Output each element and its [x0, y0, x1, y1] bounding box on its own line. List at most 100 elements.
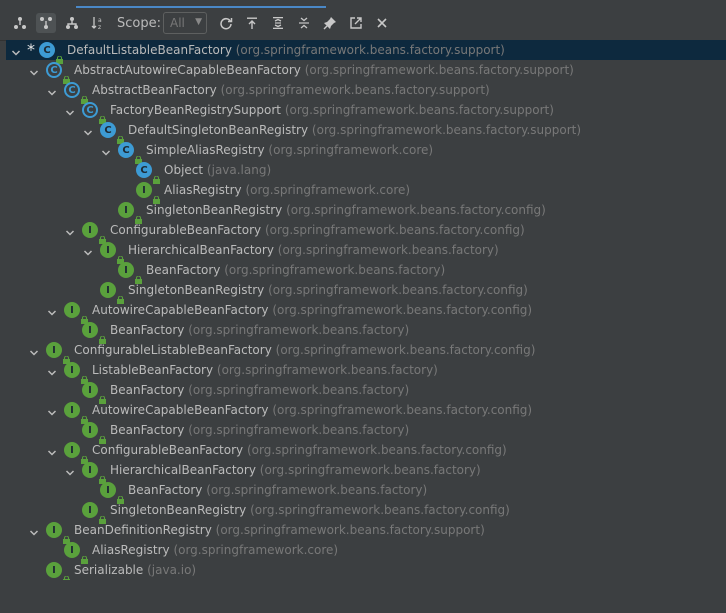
type-name: DefaultSingletonBeanRegistry [128, 123, 309, 137]
tree-row[interactable]: I HierarchicalBeanFactory (org.springfram… [6, 460, 726, 484]
hierarchy-tab-bar [0, 0, 726, 8]
type-label: AbstractBeanFactory (org.springframework… [92, 83, 490, 97]
chevron-down-icon: ▼ [195, 17, 202, 27]
tree-row[interactable]: I BeanFactory (org.springframework.beans.… [6, 480, 726, 504]
type-name: ConfigurableBeanFactory [92, 443, 244, 457]
tree-row[interactable]: I Serializable (java.io) [6, 560, 726, 584]
chevron-down-icon[interactable] [28, 524, 40, 536]
tree-row[interactable]: I ListableBeanFactory (org.springframewor… [6, 360, 726, 384]
tree-row[interactable]: I BeanFactory (org.springframework.beans.… [6, 420, 726, 444]
public-access-icon [153, 189, 160, 204]
public-access-icon [117, 289, 124, 304]
interface-icon: I [64, 402, 80, 418]
tree-row[interactable]: I BeanFactory (org.springframework.beans.… [6, 380, 726, 404]
public-access-icon [63, 349, 70, 364]
interface-icon: I [46, 342, 62, 358]
tree-row[interactable]: C AbstractBeanFactory (org.springframewor… [6, 80, 726, 104]
chevron-down-icon[interactable] [64, 464, 76, 476]
type-label: BeanFactory (org.springframework.beans.f… [110, 423, 409, 437]
tree-row[interactable]: I BeanFactory (org.springframework.beans.… [6, 320, 726, 344]
type-name: AutowireCapableBeanFactory [92, 303, 269, 317]
tree-row[interactable]: I AutowireCapableBeanFactory (org.springf… [6, 400, 726, 424]
interface-icon: I [64, 442, 80, 458]
tree-row[interactable]: I SingletonBeanRegistry (org.springframew… [6, 200, 726, 224]
package-name: (org.springframework.beans.factory.suppo… [284, 103, 554, 117]
abstract-class-icon: C [64, 82, 80, 98]
scope-value: All [170, 16, 185, 30]
tree-row[interactable]: C SimpleAliasRegistry (org.springframewor… [6, 140, 726, 164]
type-label: AliasRegistry (org.springframework.core) [92, 543, 338, 557]
type-name: AliasRegistry [92, 543, 170, 557]
class-hierarchy-icon[interactable] [62, 13, 82, 33]
interface-icon: I [118, 202, 134, 218]
interface-icon: I [82, 382, 98, 398]
type-name: SingletonBeanRegistry [146, 203, 283, 217]
tree-row[interactable]: * C DefaultListableBeanFactory (org.spring… [6, 40, 726, 64]
chevron-down-icon[interactable] [28, 344, 40, 356]
expand-all-icon[interactable] [268, 13, 288, 33]
tree-row[interactable]: C Object (java.lang) [6, 160, 726, 184]
chevron-down-icon[interactable] [64, 104, 76, 116]
type-label: AbstractAutowireCapableBeanFactory (org.… [74, 63, 574, 77]
supertypes-hierarchy-icon[interactable] [36, 13, 56, 33]
chevron-down-icon[interactable] [82, 124, 94, 136]
interface-icon: I [100, 242, 116, 258]
type-hierarchy-tree[interactable]: * C DefaultListableBeanFactory (org.spring… [6, 40, 726, 584]
tree-row[interactable]: C AbstractAutowireCapableBeanFactory (org… [6, 60, 726, 84]
tree-row[interactable]: I SingletonBeanRegistry (org.springframew… [6, 280, 726, 304]
tree-row[interactable]: I ConfigurableListableBeanFactory (org.sp… [6, 340, 726, 364]
type-label: SingletonBeanRegistry (org.springframewo… [110, 503, 510, 517]
type-name: BeanFactory [146, 263, 221, 277]
tree-row[interactable]: I AliasRegistry (org.springframework.core… [6, 540, 726, 564]
scope-dropdown[interactable]: All ▼ [163, 12, 207, 34]
package-name: (java.io) [147, 563, 197, 577]
public-access-icon [81, 449, 88, 464]
chevron-down-icon[interactable] [46, 404, 58, 416]
type-label: ConfigurableListableBeanFactory (org.spr… [74, 343, 535, 357]
tree-row[interactable]: I BeanFactory (org.springframework.beans.… [6, 260, 726, 284]
public-access-icon [135, 149, 142, 164]
export-icon[interactable] [242, 13, 262, 33]
refresh-icon[interactable] [216, 13, 236, 33]
type-name: HierarchicalBeanFactory [128, 243, 274, 257]
pin-icon[interactable] [320, 13, 340, 33]
public-access-icon [117, 129, 124, 144]
public-access-icon [81, 309, 88, 324]
interface-icon: I [64, 302, 80, 318]
tree-row[interactable]: C DefaultSingletonBeanRegistry (org.sprin… [6, 120, 726, 144]
tree-row[interactable]: C FactoryBeanRegistrySupport (org.springf… [6, 100, 726, 124]
type-label: FactoryBeanRegistrySupport (org.springfr… [110, 103, 554, 117]
type-label: BeanFactory (org.springframework.beans.f… [146, 263, 445, 277]
tree-row[interactable]: I SingletonBeanRegistry (org.springframew… [6, 500, 726, 524]
tree-row[interactable]: I ConfigurableBeanFactory (org.springfram… [6, 220, 726, 244]
collapse-all-icon[interactable] [294, 13, 314, 33]
tree-row[interactable]: I AliasRegistry (org.springframework.core… [6, 180, 726, 204]
type-name: BeanFactory [110, 423, 185, 437]
chevron-down-icon[interactable] [64, 224, 76, 236]
interface-icon: I [64, 542, 80, 558]
chevron-down-icon[interactable] [46, 364, 58, 376]
class-icon: C [100, 122, 116, 138]
abstract-class-icon: C [46, 62, 62, 78]
chevron-down-icon[interactable] [100, 144, 112, 156]
tree-row[interactable]: I AutowireCapableBeanFactory (org.springf… [6, 300, 726, 324]
type-label: ConfigurableBeanFactory (org.springframe… [92, 443, 507, 457]
open-in-new-icon[interactable] [346, 13, 366, 33]
tree-row[interactable]: I ConfigurableBeanFactory (org.springfram… [6, 440, 726, 464]
chevron-down-icon[interactable] [46, 84, 58, 96]
chevron-down-icon[interactable] [46, 304, 58, 316]
interface-icon: I [100, 282, 116, 298]
chevron-down-icon[interactable] [82, 244, 94, 256]
chevron-down-icon[interactable] [46, 444, 58, 456]
type-name: Object [164, 163, 204, 177]
tree-row[interactable]: I BeanDefinitionRegistry (org.springframe… [6, 520, 726, 544]
tree-row[interactable]: I HierarchicalBeanFactory (org.springfram… [6, 240, 726, 264]
chevron-down-icon[interactable] [28, 64, 40, 76]
type-label: Object (java.lang) [164, 163, 271, 177]
type-name: AutowireCapableBeanFactory [92, 403, 269, 417]
chevron-down-icon[interactable] [10, 44, 22, 56]
sort-alphabetically-icon[interactable]: az [88, 13, 108, 33]
subtypes-hierarchy-icon[interactable] [10, 13, 30, 33]
close-icon[interactable] [372, 13, 392, 33]
hierarchy-toolbar: az Scope: All ▼ [0, 8, 726, 41]
